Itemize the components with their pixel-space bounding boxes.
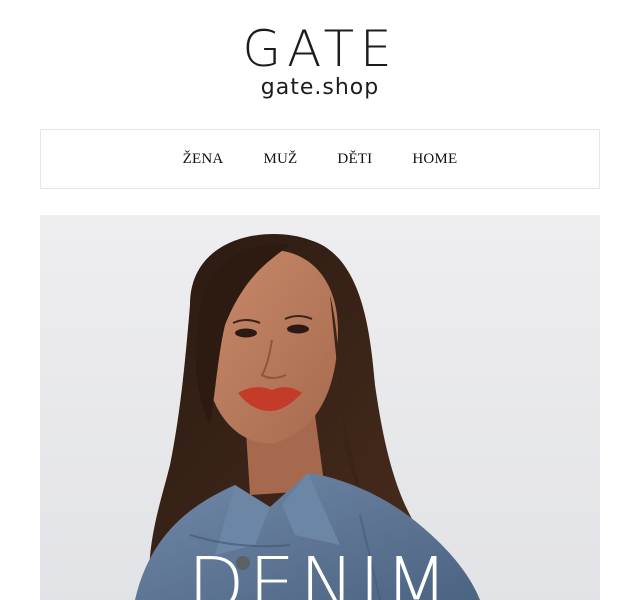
nav-item-muz[interactable]: MUŽ (263, 151, 297, 168)
nav-item-home[interactable]: HOME (412, 151, 457, 168)
main-navigation: ŽENA MUŽ DĚTI HOME (40, 129, 600, 189)
hero-banner[interactable]: DENIM (40, 215, 600, 600)
gate-logo-link[interactable]: GATE gate.shop (0, 22, 640, 100)
hero-title: DENIM (187, 542, 453, 600)
nav-item-zena[interactable]: ŽENA (183, 151, 224, 168)
gate-shop-domain: gate.shop (260, 75, 380, 100)
gate-logo: GATE (242, 20, 398, 78)
nav-item-deti[interactable]: DĚTI (337, 151, 372, 168)
